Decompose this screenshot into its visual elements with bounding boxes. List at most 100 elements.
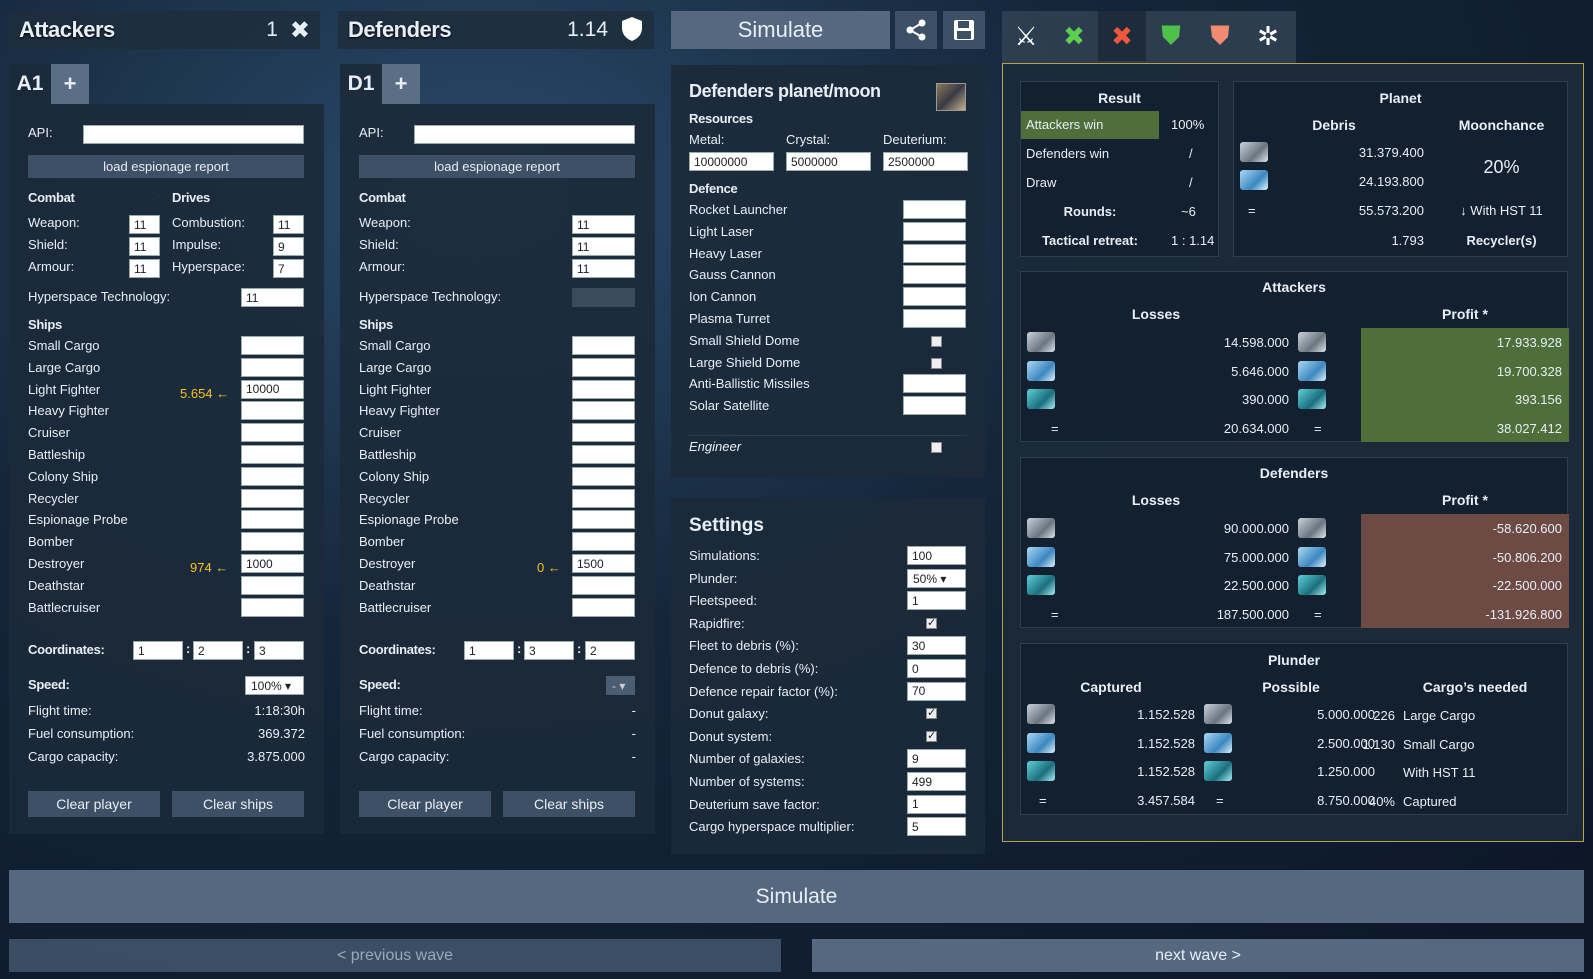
planet-title: Defenders planet/moon: [689, 81, 881, 101]
number-of-galaxies-input[interactable]: [907, 749, 966, 769]
attackers-cruiser-input[interactable]: [241, 423, 304, 443]
plunder-select[interactable]: 50% ▾: [907, 568, 966, 588]
attackers-small-cargo-input[interactable]: [241, 336, 304, 355]
attacker-clear-ships-button[interactable]: Clear ships: [172, 791, 304, 817]
deuterium-save-factor-input[interactable]: [907, 794, 966, 814]
defenders-battleship-input[interactable]: [572, 445, 635, 464]
coord-galaxy-input[interactable]: [464, 641, 514, 660]
defence-to-debris-input[interactable]: [907, 659, 966, 678]
small-shield-dome-checkbox[interactable]: [931, 335, 942, 347]
add-attacker-button[interactable]: +: [51, 64, 89, 104]
donut-galaxy-checkbox[interactable]: [926, 706, 937, 720]
defenders-destroyer-input[interactable]: [572, 554, 635, 573]
tab-d1[interactable]: D1: [340, 64, 382, 104]
combustion-input[interactable]: [273, 215, 304, 234]
speed-select[interactable]: 100% ▾: [245, 676, 304, 695]
save-icon[interactable]: [943, 11, 985, 49]
number-of-systems-input[interactable]: [907, 772, 966, 791]
gauss-cannon-input[interactable]: [903, 265, 966, 285]
tab-defender-shield-icon[interactable]: ⛊: [1147, 11, 1195, 61]
defender-api-input[interactable]: [414, 125, 635, 144]
ion-cannon-input[interactable]: [903, 287, 966, 307]
tab-a1[interactable]: A1: [9, 64, 51, 104]
defender-armour-input[interactable]: [572, 259, 635, 278]
defender-clear-ships-button[interactable]: Clear ships: [503, 791, 635, 817]
attacker-clear-player-button[interactable]: Clear player: [28, 791, 160, 817]
attackers-bomber-input[interactable]: [241, 532, 304, 552]
tab-defender-loss-icon[interactable]: ✖: [1098, 11, 1146, 61]
defenders-light-fighter-input[interactable]: [572, 379, 635, 399]
tab-attack-icon[interactable]: ⚔: [1002, 11, 1050, 61]
simulations-input[interactable]: [907, 546, 966, 565]
anti-ballistic-missiles-input[interactable]: [903, 374, 966, 394]
impulse-input[interactable]: [273, 237, 304, 256]
cargo-hyperspace-multiplier-input[interactable]: [907, 817, 966, 837]
shield-icon[interactable]: [620, 16, 644, 45]
tab-attacker-win-icon[interactable]: ✖: [1050, 11, 1098, 61]
tab-settings-icon[interactable]: ✲: [1244, 11, 1292, 61]
defenders-colony-ship-input[interactable]: [572, 466, 635, 486]
defenders-heavy-fighter-input[interactable]: [572, 401, 635, 421]
heavy-laser-input[interactable]: [903, 243, 966, 263]
attacker-api-input[interactable]: [83, 125, 304, 144]
fleetspeed-input[interactable]: [907, 591, 966, 611]
plasma-turret-input[interactable]: [903, 309, 966, 328]
defenders-recycler-input[interactable]: [572, 488, 635, 508]
attackers-large-cargo-input[interactable]: [241, 357, 304, 377]
add-defender-button[interactable]: +: [382, 64, 420, 104]
attacker-shield-input[interactable]: [129, 237, 160, 256]
simulate-button[interactable]: Simulate: [9, 870, 1584, 923]
defender-clear-player-button[interactable]: Clear player: [359, 791, 491, 817]
attackers-destroyer-input[interactable]: [241, 554, 304, 573]
next-wave-button[interactable]: next wave >: [812, 939, 1584, 972]
coord-galaxy-input[interactable]: [133, 641, 183, 660]
share-icon[interactable]: [895, 11, 937, 49]
attacker-weapon-input[interactable]: [129, 215, 160, 234]
solar-satellite-input[interactable]: [903, 396, 966, 416]
defender-weapon-input[interactable]: [572, 215, 635, 234]
attacker-hst-input[interactable]: [241, 288, 304, 307]
coord-system-input[interactable]: [524, 641, 574, 660]
attackers-light-fighter-input[interactable]: [241, 379, 304, 399]
rapidfire-checkbox[interactable]: [926, 616, 937, 629]
defender-load-report-button[interactable]: load espionage report: [359, 155, 635, 178]
fleet-to-debris-input[interactable]: [907, 636, 966, 656]
speed-select[interactable]: - ▾: [606, 676, 635, 695]
simulate-top-button[interactable]: Simulate: [671, 11, 890, 49]
defenders-deathstar-input[interactable]: [572, 575, 635, 595]
large-shield-dome-checkbox[interactable]: [931, 357, 942, 369]
attackers-deathstar-input[interactable]: [241, 575, 304, 595]
attackers-heavy-fighter-input[interactable]: [241, 401, 304, 421]
attackers-battleship-input[interactable]: [241, 445, 304, 464]
coord-system-input[interactable]: [193, 641, 243, 660]
light-laser-input[interactable]: [903, 221, 966, 241]
engineer-checkbox[interactable]: [931, 442, 942, 453]
attackers-battlecruiser-input[interactable]: [241, 597, 304, 617]
resources-heading: Resources: [689, 111, 753, 126]
defender-shield-input[interactable]: [572, 237, 635, 256]
attacker-load-report-button[interactable]: load espionage report: [28, 155, 304, 178]
metal-input[interactable]: [689, 152, 774, 171]
rocket-launcher-input[interactable]: [903, 200, 966, 219]
defenders-large-cargo-input[interactable]: [572, 357, 635, 377]
hyperspace-input[interactable]: [273, 259, 304, 278]
defence-repair-factor-input[interactable]: [907, 681, 966, 701]
defenders-small-cargo-input[interactable]: [572, 336, 635, 355]
attacker-armour-input[interactable]: [129, 259, 160, 278]
previous-wave-button[interactable]: < previous wave: [9, 939, 781, 972]
defenders-battlecruiser-input[interactable]: [572, 597, 635, 617]
defenders-espionage-probe-input[interactable]: [572, 510, 635, 530]
attackers-colony-ship-input[interactable]: [241, 466, 304, 486]
attackers-recycler-input[interactable]: [241, 488, 304, 508]
coord-position-input[interactable]: [254, 641, 304, 660]
coord-position-input[interactable]: [585, 641, 635, 660]
crossed-swords-icon[interactable]: ✖: [290, 16, 310, 45]
tab-shield-red-icon[interactable]: ⛊: [1196, 11, 1244, 61]
attackers-espionage-probe-input[interactable]: [241, 510, 304, 530]
defenders-bomber-input[interactable]: [572, 532, 635, 552]
planet-moon-icon[interactable]: [936, 83, 966, 111]
donut-system-checkbox[interactable]: [926, 729, 937, 742]
defenders-cruiser-input[interactable]: [572, 423, 635, 443]
crystal-input[interactable]: [786, 152, 871, 171]
deuterium-input[interactable]: [883, 152, 968, 171]
